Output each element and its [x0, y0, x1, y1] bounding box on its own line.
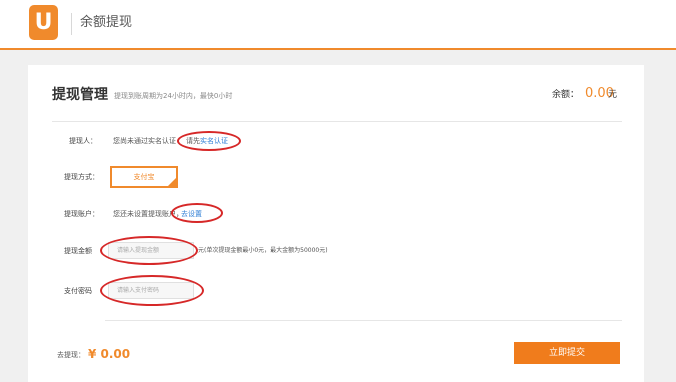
top-bar: U 余额提现 — [0, 0, 676, 50]
amount-label: 提现金额 — [64, 247, 92, 255]
balance-label: 余额： — [552, 90, 580, 100]
card-subtitle: 提现到账周期为24小时内，最快0小时 — [114, 92, 233, 100]
divider-top — [52, 121, 622, 122]
alipay-option-label: 支付宝 — [133, 173, 155, 181]
annotation-circle — [171, 203, 223, 223]
amount-hint: 元(单次提现金额最小0元，最大金额为50000元) — [198, 247, 328, 254]
selected-corner-icon — [168, 178, 176, 186]
payee-label: 提现人： — [69, 137, 97, 145]
password-label: 支付密码 — [64, 287, 92, 295]
withdraw-amount: ¥ 0.00 — [88, 347, 131, 361]
annotation-circle — [177, 131, 241, 151]
balance-unit: 元 — [608, 90, 618, 100]
card-title: 提现管理 — [52, 87, 108, 103]
annotation-circle — [100, 275, 204, 306]
withdraw-card: 提现管理 提现到账周期为24小时内，最快0小时 余额： 0.00 元 提现人： … — [28, 65, 644, 382]
divider-bottom — [105, 320, 622, 321]
withdraw-label: 去提现： — [57, 351, 85, 359]
page-title: 余额提现 — [80, 15, 133, 30]
u-logo-icon[interactable]: U — [29, 5, 58, 40]
logo-letter: U — [34, 10, 53, 35]
account-label: 提现账户： — [64, 210, 99, 218]
payee-status-text: 您尚未通过实名认证 — [113, 137, 176, 145]
annotation-circle — [100, 236, 198, 265]
header-divider — [71, 13, 72, 35]
submit-button[interactable]: 立即提交 — [514, 342, 620, 364]
method-label: 提现方式： — [64, 173, 99, 181]
alipay-option-button[interactable]: 支付宝 — [110, 166, 178, 188]
